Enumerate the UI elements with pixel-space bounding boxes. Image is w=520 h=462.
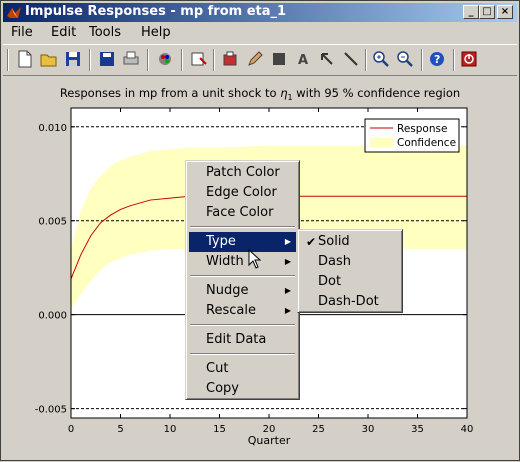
- menu-item-rescale-label: Rescale: [206, 303, 256, 318]
- submenu-arrow-icon: ▶: [284, 306, 291, 315]
- menu-item-rescale[interactable]: Rescale ▶: [189, 301, 296, 321]
- legend[interactable]: Response Confidence: [364, 118, 460, 153]
- legend-response-label: Response: [397, 123, 447, 135]
- x-tick-label: 5: [117, 424, 123, 435]
- zoom-in-icon[interactable]: [371, 49, 391, 69]
- type-submenu: ✔ Solid Dash Dot Dash-Dot: [297, 229, 403, 313]
- toolbar-separator: [181, 49, 183, 71]
- colorbar-icon[interactable]: [155, 49, 175, 69]
- menu-bar: File Edit Tools Help: [3, 23, 517, 41]
- y-tick-label: 0.010: [38, 123, 67, 134]
- plot-title: Responses in mp from a unit shock to η1 …: [60, 86, 460, 102]
- minimize-button[interactable]: _: [463, 5, 479, 19]
- exit-icon[interactable]: [459, 49, 479, 69]
- menu-edit[interactable]: Edit: [51, 25, 76, 40]
- menu-item-face-color[interactable]: Face Color: [189, 203, 296, 223]
- window-title: Impulse Responses - mp from eta_1: [25, 4, 287, 19]
- mouse-pointer-icon: [248, 249, 262, 269]
- submenu-item-solid[interactable]: ✔ Solid: [301, 232, 399, 252]
- menu-item-copy[interactable]: Copy: [189, 379, 296, 399]
- y-tick-label: 0.005: [38, 217, 67, 228]
- submenu-item-dash-dot[interactable]: Dash-Dot: [301, 292, 399, 312]
- zoom-out-icon[interactable]: [395, 49, 415, 69]
- submenu-arrow-icon: ▶: [284, 257, 291, 266]
- x-tick-label: 15: [213, 424, 226, 435]
- svg-text:?: ?: [434, 53, 440, 66]
- x-axis-label: Quarter: [248, 434, 291, 447]
- menu-help[interactable]: Help: [141, 25, 171, 40]
- toolbar-separator: [89, 49, 91, 71]
- submenu-arrow-icon: ▶: [284, 286, 291, 295]
- open-folder-icon[interactable]: [39, 49, 59, 69]
- menu-separator: [190, 226, 295, 228]
- toolbar-separator: [213, 49, 215, 71]
- maximize-button[interactable]: □: [479, 5, 495, 19]
- figure-window: Impulse Responses - mp from eta_1 _ □ × …: [0, 0, 520, 461]
- matlab-logo-icon: [7, 7, 21, 18]
- plot-title-eta: η: [280, 86, 287, 100]
- legend-confidence-label: Confidence: [397, 137, 456, 149]
- menu-item-patch-color[interactable]: Patch Color: [189, 163, 296, 183]
- legend-confidence-swatch: [370, 138, 393, 147]
- check-icon: ✔: [306, 235, 317, 249]
- menu-item-edge-color[interactable]: Edge Color: [189, 183, 296, 203]
- plot-title-suffix: with 95 % confidence region: [293, 86, 461, 100]
- x-tick-label: 40: [461, 424, 474, 435]
- x-tick-label: 10: [164, 424, 177, 435]
- menu-item-type[interactable]: Type ▶: [189, 232, 296, 252]
- menu-item-type-label: Type: [206, 234, 236, 249]
- toolbar-grip: [7, 49, 9, 71]
- menu-tools[interactable]: Tools: [89, 25, 121, 40]
- save-icon[interactable]: [63, 49, 83, 69]
- data-cursor-icon[interactable]: [221, 49, 241, 69]
- menu-item-edit-data[interactable]: Edit Data: [189, 330, 296, 350]
- context-menu: Patch Color Edge Color Face Color Type ▶ …: [185, 160, 300, 400]
- menu-item-cut[interactable]: Cut: [189, 359, 296, 379]
- menu-file[interactable]: File: [11, 25, 33, 40]
- help-icon[interactable]: ?: [427, 49, 447, 69]
- submenu-item-dash[interactable]: Dash: [301, 252, 399, 272]
- print-icon[interactable]: [121, 49, 141, 69]
- y-tick-label: -0.005: [35, 405, 67, 416]
- x-tick-label: 30: [362, 424, 375, 435]
- toolbar-separator: [421, 49, 423, 71]
- toolbar: A ?: [3, 44, 517, 76]
- submenu-item-dot[interactable]: Dot: [301, 272, 399, 292]
- rectangle-icon[interactable]: [269, 49, 289, 69]
- toolbar-separator: [365, 49, 367, 71]
- toolbar-separator: [147, 49, 149, 71]
- text-icon[interactable]: A: [293, 49, 313, 69]
- save-disk-icon[interactable]: [97, 49, 117, 69]
- x-tick-label: 35: [411, 424, 424, 435]
- arrow-icon[interactable]: [317, 49, 337, 69]
- plot-title-text: Responses in mp from a unit shock to: [60, 86, 280, 100]
- toolbar-separator: [453, 49, 455, 71]
- menu-separator: [190, 324, 295, 326]
- menu-separator: [190, 353, 295, 355]
- menu-separator: [190, 275, 295, 277]
- new-file-icon[interactable]: [15, 49, 35, 69]
- x-tick-label: 25: [312, 424, 325, 435]
- y-tick-label: 0.000: [38, 311, 67, 322]
- menu-item-width[interactable]: Width ▶: [189, 252, 296, 272]
- close-button[interactable]: ×: [497, 5, 513, 19]
- submenu-item-solid-label: Solid: [318, 234, 350, 249]
- menu-item-nudge[interactable]: Nudge ▶: [189, 281, 296, 301]
- menu-item-width-label: Width: [206, 254, 244, 269]
- menu-item-nudge-label: Nudge: [206, 283, 249, 298]
- x-tick-label: 0: [68, 424, 74, 435]
- copy-figure-icon[interactable]: [189, 49, 209, 69]
- title-bar[interactable]: Impulse Responses - mp from eta_1 _ □ ×: [3, 3, 517, 22]
- submenu-arrow-icon: ▶: [284, 237, 291, 246]
- pen-icon[interactable]: [245, 49, 265, 69]
- line-icon[interactable]: [341, 49, 361, 69]
- svg-text:A: A: [298, 53, 308, 68]
